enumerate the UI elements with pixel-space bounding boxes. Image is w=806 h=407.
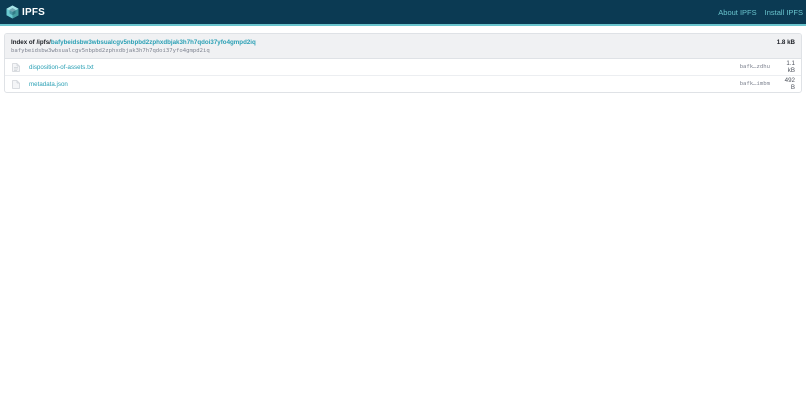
- directory-listing: Index of /ipfs/bafybeidsbw3wbsualcgv5nbp…: [4, 33, 802, 93]
- file-row[interactable]: metadata.json bafk…imbm 492 B: [5, 75, 801, 92]
- index-prefix: Index of /ipfs/: [11, 39, 51, 46]
- file-row[interactable]: disposition-of-assets.txt bafk…zdhu 1.1 …: [5, 59, 801, 75]
- top-nav: About IPFS Install IPFS: [718, 8, 803, 17]
- file-name-link[interactable]: metadata.json: [29, 81, 740, 88]
- file-cid[interactable]: bafk…zdhu: [740, 64, 770, 70]
- file-text-icon: [12, 62, 20, 72]
- index-header: Index of /ipfs/bafybeidsbw3wbsualcgv5nbp…: [5, 34, 801, 59]
- top-bar: IPFS About IPFS Install IPFS: [0, 0, 806, 26]
- file-size: 1.1 kB: [786, 60, 795, 74]
- total-size: 1.8 kB: [776, 39, 795, 46]
- ipfs-logo-icon: [6, 5, 19, 19]
- file-cid[interactable]: bafk…imbm: [740, 81, 770, 87]
- index-title: Index of /ipfs/bafybeidsbw3wbsualcgv5nbp…: [11, 39, 795, 46]
- file-name-link[interactable]: disposition-of-assets.txt: [29, 64, 740, 71]
- root-cid: bafybeidsbw3wbsualcgv5nbpbd2zphxdbjak3h7…: [11, 48, 210, 54]
- file-icon: [12, 79, 20, 89]
- ipfs-brand[interactable]: IPFS: [6, 5, 45, 19]
- install-ipfs-link[interactable]: Install IPFS: [765, 8, 803, 17]
- file-size: 492 B: [784, 77, 795, 91]
- file-list: disposition-of-assets.txt bafk…zdhu 1.1 …: [5, 59, 801, 92]
- about-ipfs-link[interactable]: About IPFS: [718, 8, 756, 17]
- brand-name: IPFS: [22, 6, 46, 18]
- root-cid-link[interactable]: bafybeidsbw3wbsualcgv5nbpbd2zphxdbjak3h7…: [51, 39, 256, 46]
